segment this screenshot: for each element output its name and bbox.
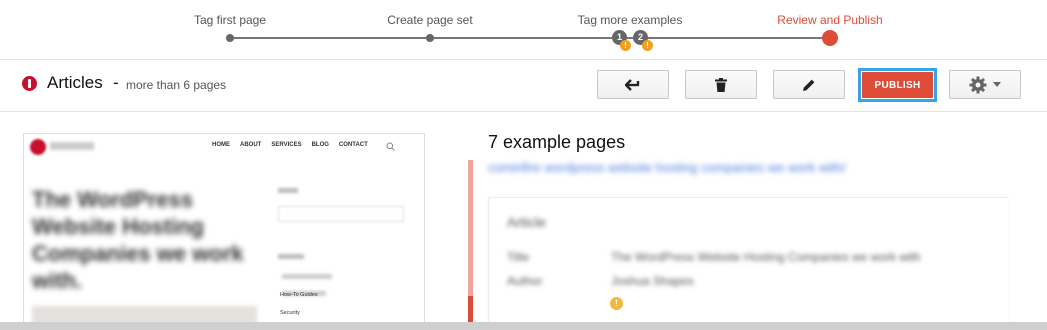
warning-icon: ! (642, 40, 653, 51)
sidebar-item[interactable]: Security (280, 310, 300, 316)
site-logo-text (50, 142, 94, 150)
field-value-author: Joshua Shapes (611, 274, 694, 288)
step-dot-tag-first-page[interactable] (226, 34, 234, 42)
trash-icon (715, 77, 727, 92)
gear-icon (969, 76, 987, 93)
example-pages-heading: 7 example pages (488, 132, 626, 152)
sidebar-heading (278, 188, 298, 193)
sidebar-link (282, 274, 332, 279)
warning-icon: ! (620, 40, 631, 51)
page-title: Articles (47, 73, 103, 92)
nav-item-home[interactable]: HOME (212, 142, 230, 148)
step-label-review-and-publish[interactable]: Review and Publish (777, 13, 882, 27)
chevron-down-icon (993, 82, 1001, 87)
pencil-icon (803, 79, 815, 91)
sidebar-heading (278, 254, 304, 259)
site-nav: HOME ABOUT SERVICES BLOG CONTACT (212, 142, 368, 148)
step-dot-review-and-publish[interactable] (822, 30, 838, 46)
site-logo (30, 139, 46, 155)
nav-item-blog[interactable]: BLOG (312, 142, 329, 148)
example-data-card: Article Title The WordPress Website Host… (488, 197, 1008, 330)
delete-button[interactable] (685, 70, 757, 99)
stepper-line (230, 37, 830, 39)
field-label-title: Title (507, 250, 530, 264)
article-headline: The WordPress Website Hosting Companies … (32, 187, 244, 293)
card-type-label: Article (507, 214, 546, 230)
step-label-create-page-set[interactable]: Create page set (387, 13, 472, 27)
progress-stepper: Tag first page Create page set Tag more … (0, 0, 1047, 60)
article-type-icon (22, 76, 37, 91)
step-label-tag-more-examples[interactable]: Tag more examples (578, 13, 683, 27)
horizontal-scrollbar[interactable] (0, 322, 1047, 330)
page-preview[interactable]: HOME ABOUT SERVICES BLOG CONTACT The Wor… (23, 133, 425, 325)
sidebar-search-box (278, 206, 404, 222)
settings-dropdown-button[interactable] (949, 70, 1021, 99)
warning-icon: ! (610, 297, 623, 310)
title-separator: - (113, 73, 119, 92)
publish-button[interactable]: PUBLISH (862, 72, 933, 98)
field-value-title: The WordPress Website Hosting Companies … (611, 250, 921, 264)
page-count-subtitle: more than 6 pages (126, 78, 227, 92)
arrow-left-icon (625, 78, 640, 91)
edit-button[interactable] (773, 70, 845, 99)
step-label-tag-first-page[interactable]: Tag first page (194, 13, 266, 27)
step-dot-create-page-set[interactable] (426, 34, 434, 42)
nav-item-contact[interactable]: CONTACT (339, 142, 368, 148)
back-button[interactable] (597, 70, 669, 99)
nav-item-about[interactable]: ABOUT (240, 142, 261, 148)
sidebar-item[interactable]: How-To Guides (280, 292, 318, 298)
nav-item-services[interactable]: SERVICES (271, 142, 301, 148)
search-icon[interactable] (386, 142, 395, 151)
example-page-link[interactable]: cominfire wordpress website hosting comp… (488, 160, 846, 175)
field-label-author: Author (507, 274, 543, 288)
